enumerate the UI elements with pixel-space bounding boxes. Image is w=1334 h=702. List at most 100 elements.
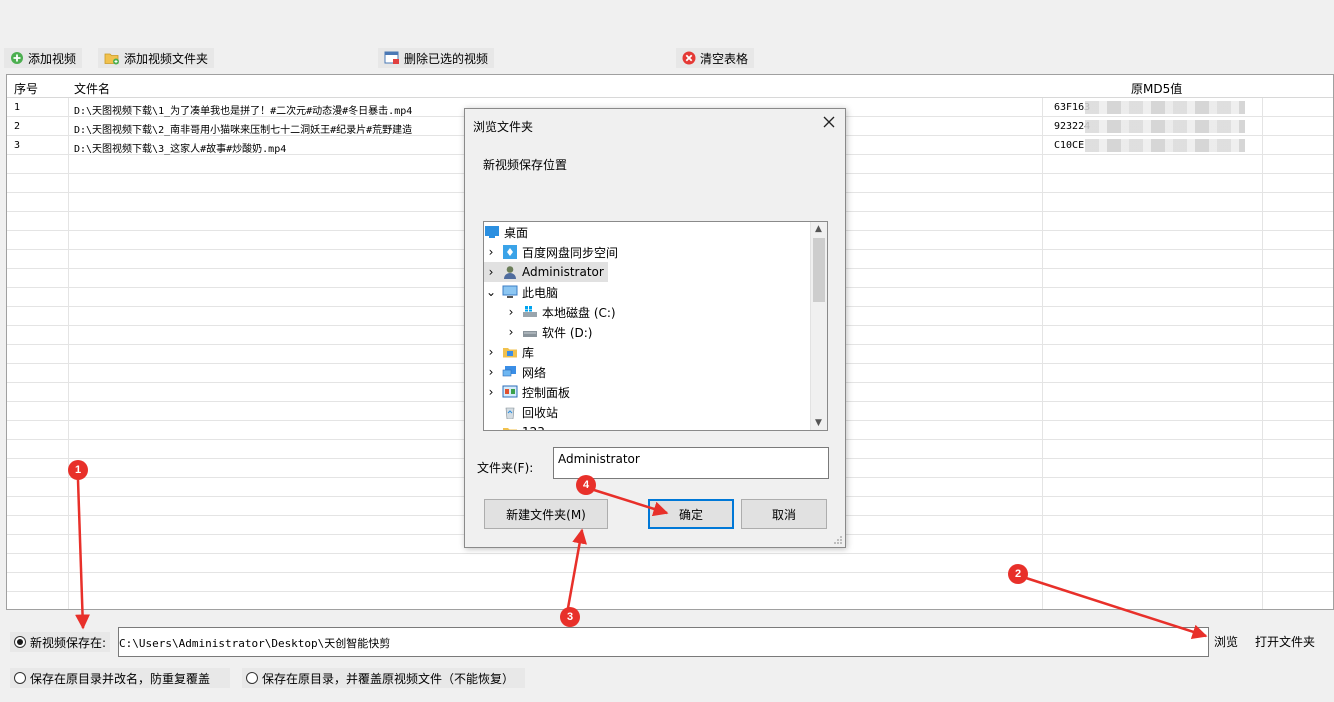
- tree-item-this-pc[interactable]: ⌄ 此电脑: [484, 282, 558, 302]
- delete-selected-label: 删除已选的视频: [404, 51, 489, 66]
- scrollbar-thumb[interactable]: [813, 238, 825, 302]
- tree-item-label: 本地磁盘 (C:): [542, 305, 616, 320]
- tree-item-label: 控制面板: [522, 385, 571, 400]
- new-folder-button[interactable]: 新建文件夹(M): [484, 499, 608, 529]
- tree-item-label: 桌面: [504, 225, 529, 240]
- save-path-text: C:\Users\Administrator\Desktop\天创智能快剪: [119, 637, 391, 650]
- tree-item-baidu-netdisk[interactable]: › 百度网盘同步空间: [484, 242, 618, 262]
- tree-item-desktop[interactable]: 桌面: [484, 222, 528, 242]
- add-folder-label: 添加视频文件夹: [124, 51, 209, 66]
- radio-unchecked-icon: [14, 672, 26, 684]
- annotation-badge-1: 1: [68, 460, 88, 480]
- dialog-title: 浏览文件夹: [473, 120, 534, 134]
- chevron-right-icon[interactable]: ›: [484, 345, 498, 359]
- row-index: 3: [14, 140, 21, 151]
- tree-item-label: 123: [522, 425, 545, 430]
- add-folder-button[interactable]: 添加视频文件夹: [98, 48, 215, 68]
- user-icon: [504, 266, 516, 279]
- save-overwrite-label: 保存在原目录，并覆盖原视频文件（不能恢复）: [262, 671, 515, 686]
- scroll-up-icon[interactable]: ▲: [815, 224, 822, 234]
- clear-table-button[interactable]: 清空表格: [676, 48, 755, 68]
- folder-tree[interactable]: 桌面 › 百度网盘同步空间 › Administrator ⌄ 此电脑 › 本地…: [483, 221, 828, 431]
- library-icon: [503, 348, 517, 358]
- annotation-badge-2: 2: [1008, 564, 1028, 584]
- folder-icon: [503, 428, 517, 430]
- tree-item-label: 软件 (D:): [542, 325, 593, 340]
- md5-redaction: [1085, 139, 1245, 152]
- annotation-badge-4: 4: [576, 475, 596, 495]
- tree-item-administrator[interactable]: › Administrator: [484, 262, 608, 282]
- scroll-down-icon[interactable]: ▼: [815, 418, 822, 428]
- toolbar: 添加视频 添加视频文件夹 删除已选的视频 清空表格: [0, 46, 1334, 70]
- add-folder-icon: [104, 53, 119, 65]
- md5-redaction: [1085, 101, 1245, 114]
- tree-item-drive-d[interactable]: › 软件 (D:): [504, 322, 593, 342]
- tree-scrollbar[interactable]: ▲ ▼: [810, 222, 827, 430]
- row-md5: C10CE: [1054, 140, 1085, 151]
- row-index: 1: [14, 102, 21, 113]
- tree-item-recycle-bin[interactable]: 回收站: [484, 402, 558, 422]
- delete-window-icon: [384, 51, 399, 64]
- chevron-right-icon[interactable]: ›: [484, 365, 498, 379]
- tree-item-label: 百度网盘同步空间: [522, 245, 619, 260]
- add-icon: [11, 52, 23, 64]
- chevron-right-icon[interactable]: ›: [504, 325, 518, 339]
- tree-item-label: 库: [522, 345, 535, 360]
- tree-item-library[interactable]: › 库: [484, 342, 534, 362]
- new-folder-label: 新建文件夹(M): [506, 507, 586, 522]
- computer-icon: [502, 285, 518, 298]
- system-drive-icon: [523, 306, 537, 317]
- tree-item-123[interactable]: 123: [484, 422, 545, 430]
- cancel-label: 取消: [771, 507, 796, 522]
- save-rename-label: 保存在原目录并改名，防重复覆盖: [30, 671, 211, 686]
- save-new-location-radio[interactable]: 新视频保存在:: [10, 632, 111, 652]
- annotation-badge-3: 3: [560, 607, 580, 627]
- cancel-button[interactable]: 取消: [741, 499, 827, 529]
- browse-folder-dialog: 浏览文件夹 新视频保存位置 桌面 › 百度网盘同步空间 › Administra…: [464, 108, 846, 548]
- dialog-description: 新视频保存位置: [483, 158, 568, 172]
- close-icon[interactable]: [821, 114, 837, 130]
- tree-item-network[interactable]: › 网络: [484, 362, 546, 382]
- row-index: 2: [14, 121, 21, 132]
- row-filename: D:\天图视频下载\2_南非哥用小猫咪来压制七十二洞妖王#纪录片#荒野建造: [74, 125, 413, 136]
- chevron-down-icon[interactable]: ⌄: [484, 285, 498, 299]
- chevron-right-icon[interactable]: ›: [484, 265, 498, 279]
- chevron-right-icon[interactable]: ›: [504, 305, 518, 319]
- save-new-location-label: 新视频保存在:: [30, 635, 107, 650]
- add-video-button[interactable]: 添加视频: [4, 48, 83, 68]
- folder-name-input[interactable]: Administrator: [553, 447, 829, 479]
- resize-grip-icon[interactable]: [833, 535, 843, 545]
- column-header-index[interactable]: 序号: [14, 80, 38, 97]
- app-window: 添加视频 添加视频文件夹 删除已选的视频 清空表格 序号 文件名 原MD5值 1…: [0, 0, 1334, 702]
- add-video-label: 添加视频: [28, 51, 77, 66]
- ok-label: 确定: [678, 507, 703, 522]
- column-header-md5[interactable]: 原MD5值: [1131, 80, 1182, 97]
- chevron-right-icon[interactable]: ›: [484, 385, 498, 399]
- recycle-bin-icon: [505, 407, 515, 419]
- drive-icon: [523, 331, 537, 337]
- radio-unchecked-icon: [246, 672, 258, 684]
- tree-item-label: Administrator: [522, 265, 604, 279]
- chevron-right-icon[interactable]: ›: [484, 245, 498, 259]
- md5-redaction: [1085, 120, 1245, 133]
- save-rename-radio[interactable]: 保存在原目录并改名，防重复覆盖: [10, 668, 230, 688]
- baidu-netdisk-icon: [503, 245, 517, 259]
- open-folder-button[interactable]: 打开文件夹: [1255, 633, 1315, 650]
- row-filename: D:\天图视频下载\3_这家人#故事#炒酸奶.mp4: [74, 144, 287, 155]
- tree-item-control-panel[interactable]: › 控制面板: [484, 382, 570, 402]
- column-header-filename[interactable]: 文件名: [74, 80, 110, 97]
- tree-item-drive-c[interactable]: › 本地磁盘 (C:): [504, 302, 616, 322]
- tree-item-label: 此电脑: [522, 285, 559, 300]
- table-header: 序号 文件名 原MD5值: [7, 75, 1333, 98]
- tree-item-label: 网络: [522, 365, 547, 380]
- ok-button[interactable]: 确定: [648, 499, 734, 529]
- browse-button[interactable]: 浏览: [1214, 633, 1238, 650]
- save-path-input[interactable]: C:\Users\Administrator\Desktop\天创智能快剪: [118, 627, 1209, 657]
- folder-name-text: Administrator: [558, 452, 640, 466]
- network-icon: [502, 366, 516, 377]
- radio-checked-icon: [14, 636, 26, 648]
- delete-selected-button[interactable]: 删除已选的视频: [378, 48, 495, 68]
- tree-item-label: 回收站: [522, 405, 559, 420]
- control-panel-icon: [502, 385, 518, 398]
- save-overwrite-radio[interactable]: 保存在原目录，并覆盖原视频文件（不能恢复）: [242, 668, 525, 688]
